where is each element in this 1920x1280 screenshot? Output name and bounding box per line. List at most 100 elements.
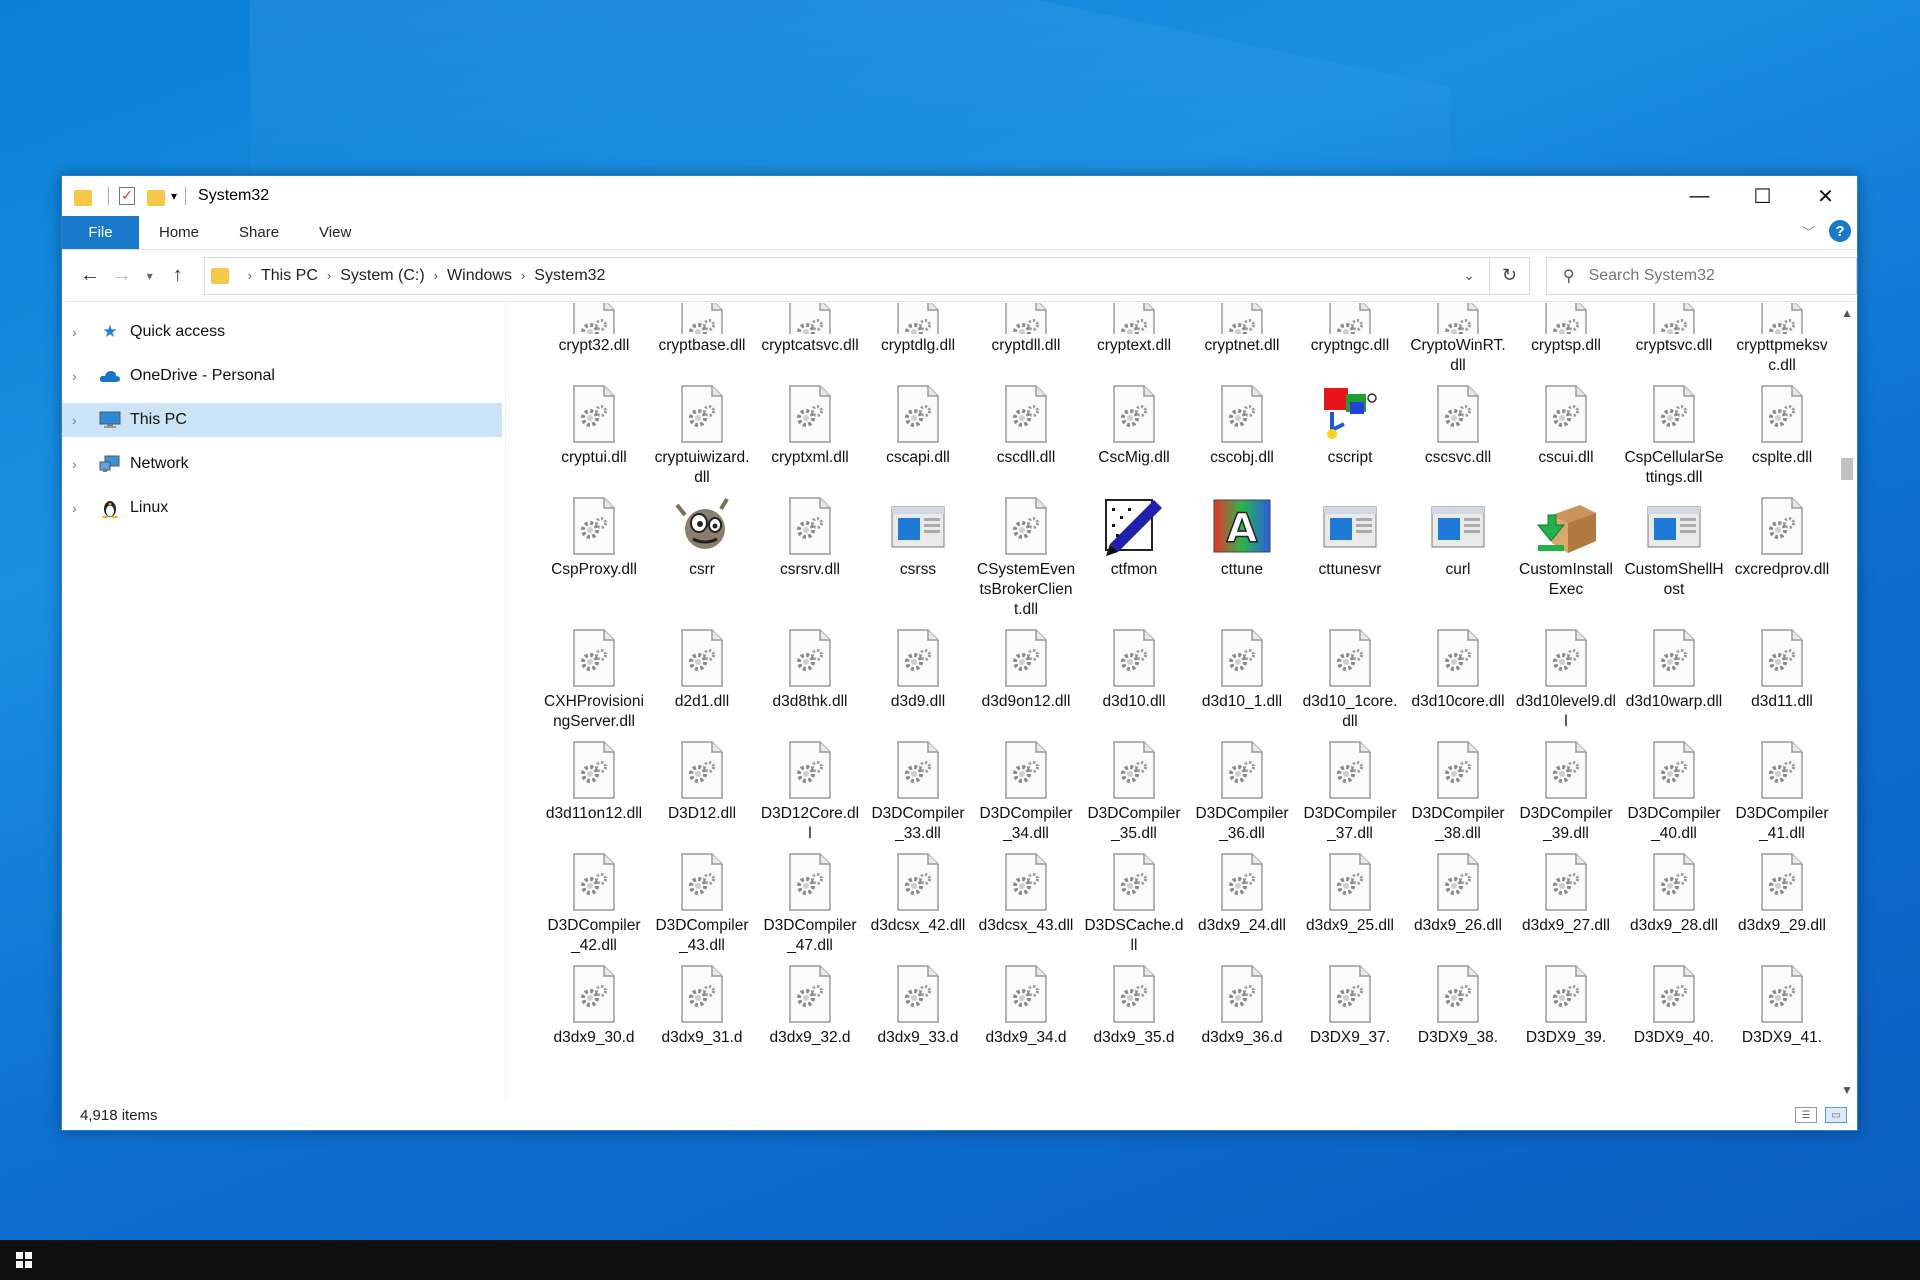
file-item[interactable]: cryptext.dll <box>1080 303 1188 382</box>
file-item[interactable]: D3DSCache.dll <box>1080 850 1188 962</box>
file-item[interactable]: d3dcsx_43.dll <box>972 850 1080 962</box>
file-item[interactable]: Acttune <box>1188 494 1296 626</box>
chevron-right-icon[interactable]: › <box>72 412 98 428</box>
file-item[interactable]: CSystemEventsBrokerClient.dll <box>972 494 1080 626</box>
file-item[interactable]: cryptdll.dll <box>972 303 1080 382</box>
tab-share[interactable]: Share <box>219 216 299 249</box>
breadcrumb-this-pc[interactable]: This PC <box>261 267 318 285</box>
file-item[interactable]: d2d1.dll <box>648 626 756 738</box>
file-item[interactable]: d3dx9_36.d <box>1188 962 1296 1054</box>
file-item[interactable]: d3dx9_28.dll <box>1620 850 1728 962</box>
file-item[interactable]: cscobj.dll <box>1188 382 1296 494</box>
file-item[interactable]: cryptxml.dll <box>756 382 864 494</box>
file-item[interactable]: d3d11on12.dll <box>540 738 648 850</box>
file-item[interactable]: D3D12.dll <box>648 738 756 850</box>
file-item[interactable]: CryptoWinRT.dll <box>1404 303 1512 382</box>
file-item[interactable]: d3dx9_24.dll <box>1188 850 1296 962</box>
file-item[interactable]: cscui.dll <box>1512 382 1620 494</box>
file-item[interactable]: D3DX9_37. <box>1296 962 1404 1054</box>
file-item[interactable]: d3d10level9.dll <box>1512 626 1620 738</box>
file-item[interactable]: D3DCompiler_34.dll <box>972 738 1080 850</box>
file-item[interactable]: crypt32.dll <box>540 303 648 382</box>
file-item[interactable]: d3d8thk.dll <box>756 626 864 738</box>
breadcrumb-separator-icon[interactable]: › <box>327 268 331 283</box>
file-item[interactable]: d3dcsx_42.dll <box>864 850 972 962</box>
scroll-down-icon[interactable]: ▼ <box>1837 1080 1857 1100</box>
file-item[interactable]: d3dx9_27.dll <box>1512 850 1620 962</box>
nav-item-onedrive[interactable]: › OneDrive - Personal <box>62 359 502 393</box>
file-item[interactable]: d3dx9_29.dll <box>1728 850 1836 962</box>
nav-item-this-pc[interactable]: › This PC <box>62 403 502 437</box>
file-item[interactable]: CscMig.dll <box>1080 382 1188 494</box>
file-item[interactable]: D3DCompiler_40.dll <box>1620 738 1728 850</box>
file-item[interactable]: csplte.dll <box>1728 382 1836 494</box>
breadcrumb-system32[interactable]: System32 <box>534 267 605 285</box>
tab-file[interactable]: File <box>62 216 139 249</box>
file-item[interactable]: d3d11.dll <box>1728 626 1836 738</box>
vertical-scrollbar[interactable]: ▲ ▼ <box>1837 303 1857 1100</box>
breadcrumb-separator-icon[interactable]: › <box>434 268 438 283</box>
file-item[interactable]: d3dx9_30.d <box>540 962 648 1054</box>
large-icons-view-icon[interactable]: ▭ <box>1825 1107 1847 1123</box>
tab-view[interactable]: View <box>299 216 371 249</box>
file-item[interactable]: csrr <box>648 494 756 626</box>
file-item[interactable]: D3DCompiler_41.dll <box>1728 738 1836 850</box>
breadcrumb-windows[interactable]: Windows <box>447 267 512 285</box>
file-item[interactable]: cryptbase.dll <box>648 303 756 382</box>
file-item[interactable]: curl <box>1404 494 1512 626</box>
file-item[interactable]: D3DX9_38. <box>1404 962 1512 1054</box>
breadcrumb-separator-icon[interactable]: › <box>248 268 252 283</box>
file-item[interactable]: cryptcatsvc.dll <box>756 303 864 382</box>
file-item[interactable]: cttunesvr <box>1296 494 1404 626</box>
nav-item-quick-access[interactable]: › ★ Quick access <box>62 315 502 349</box>
file-item[interactable]: crypttpmeksvc.dll <box>1728 303 1836 382</box>
file-item[interactable]: D3DCompiler_47.dll <box>756 850 864 962</box>
file-item[interactable]: cryptdlg.dll <box>864 303 972 382</box>
file-item[interactable]: D3DCompiler_36.dll <box>1188 738 1296 850</box>
chevron-right-icon[interactable]: › <box>72 456 98 472</box>
file-item[interactable]: cryptuiwizard.dll <box>648 382 756 494</box>
recent-locations-chevron-icon[interactable]: ▾ <box>138 269 162 283</box>
file-item[interactable]: D3DX9_40. <box>1620 962 1728 1054</box>
file-item[interactable]: d3d9on12.dll <box>972 626 1080 738</box>
file-item[interactable]: cscript <box>1296 382 1404 494</box>
file-item[interactable]: CspCellularSettings.dll <box>1620 382 1728 494</box>
file-item[interactable]: d3d10_1core.dll <box>1296 626 1404 738</box>
tab-home[interactable]: Home <box>139 216 219 249</box>
file-item[interactable]: cryptsp.dll <box>1512 303 1620 382</box>
back-arrow-icon[interactable]: ← <box>74 264 106 287</box>
file-item[interactable]: D3D12Core.dll <box>756 738 864 850</box>
help-icon[interactable]: ? <box>1829 220 1851 242</box>
expand-ribbon-icon[interactable]: ﹀ <box>1802 222 1815 241</box>
file-item[interactable]: CustomShellHost <box>1620 494 1728 626</box>
file-item[interactable]: csrss <box>864 494 972 626</box>
quick-access-dropdown-icon[interactable]: ▾ <box>171 189 177 203</box>
file-item[interactable]: cscapi.dll <box>864 382 972 494</box>
file-item[interactable]: D3DCompiler_38.dll <box>1404 738 1512 850</box>
breadcrumb-system-c[interactable]: System (C:) <box>340 267 424 285</box>
forward-arrow-icon[interactable]: → <box>106 264 138 287</box>
file-item[interactable]: CustomInstallExec <box>1512 494 1620 626</box>
file-item[interactable]: D3DCompiler_39.dll <box>1512 738 1620 850</box>
file-item[interactable]: d3d10_1.dll <box>1188 626 1296 738</box>
details-view-icon[interactable]: ☰ <box>1795 1107 1817 1123</box>
file-item[interactable]: D3DX9_39. <box>1512 962 1620 1054</box>
file-item[interactable]: cryptui.dll <box>540 382 648 494</box>
file-item[interactable]: d3dx9_32.d <box>756 962 864 1054</box>
file-item[interactable]: D3DX9_41. <box>1728 962 1836 1054</box>
file-item[interactable]: cxcredprov.dll <box>1728 494 1836 626</box>
nav-item-network[interactable]: › Network <box>62 447 502 481</box>
chevron-right-icon[interactable]: › <box>72 500 98 516</box>
file-item[interactable]: D3DCompiler_37.dll <box>1296 738 1404 850</box>
refresh-button[interactable]: ↻ <box>1489 256 1530 295</box>
file-item[interactable]: d3d9.dll <box>864 626 972 738</box>
address-box[interactable]: › This PC › System (C:) › Windows › Syst… <box>203 256 1490 295</box>
file-item[interactable]: cscdll.dll <box>972 382 1080 494</box>
scroll-up-icon[interactable]: ▲ <box>1837 303 1857 323</box>
file-item[interactable]: cryptnet.dll <box>1188 303 1296 382</box>
search-input[interactable]: ⚲ Search System32 <box>1545 256 1858 295</box>
chevron-right-icon[interactable]: › <box>72 368 98 384</box>
file-item[interactable]: D3DCompiler_42.dll <box>540 850 648 962</box>
file-item[interactable]: D3DCompiler_33.dll <box>864 738 972 850</box>
new-folder-icon[interactable] <box>147 189 165 206</box>
